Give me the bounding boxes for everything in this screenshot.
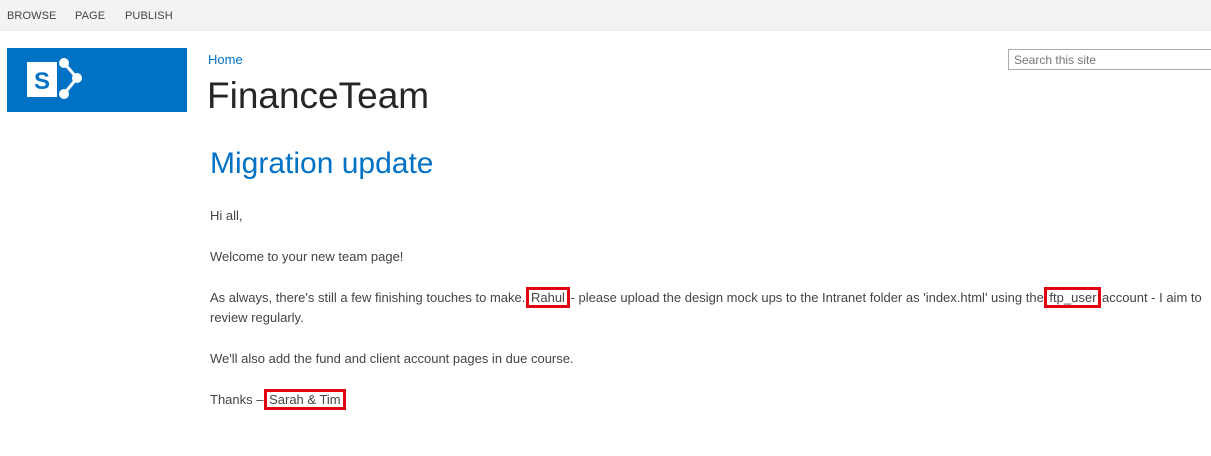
breadcrumb-home-link[interactable]: Home <box>208 52 243 67</box>
greeting-text: Hi all, <box>210 208 243 223</box>
welcome-text: Welcome to your new team page! <box>210 249 404 264</box>
fund-note-text: We'll also add the fund and client accou… <box>210 351 574 366</box>
instructions-part-2: - please upload the design mock ups to t… <box>566 290 1048 305</box>
highlighted-name-rahul: Rahul <box>525 287 570 308</box>
site-logo[interactable]: S <box>7 48 187 112</box>
tab-page[interactable]: PAGE <box>75 10 105 22</box>
instructions-part-1: As always, there's still a few finishing… <box>210 290 529 305</box>
highlighted-account-ftp-user: ftp_user <box>1044 287 1102 308</box>
tab-publish[interactable]: PUBLISH <box>125 10 173 22</box>
ribbon-bar: BROWSE PAGE PUBLISH <box>0 0 1211 31</box>
sharepoint-logo-icon: S <box>27 58 82 99</box>
tab-browse[interactable]: BROWSE <box>7 10 57 22</box>
page-title: Migration update <box>210 147 434 180</box>
page-content: Hi all, Welcome to your new team page! A… <box>210 206 1210 431</box>
signoff-line: Thanks – Sarah & Tim <box>210 389 1210 410</box>
svg-text:S: S <box>34 68 50 95</box>
highlighted-signoff: Sarah & Tim <box>264 389 346 410</box>
search-box[interactable] <box>1008 49 1211 70</box>
site-title[interactable]: FinanceTeam <box>207 74 429 118</box>
search-input[interactable] <box>1009 50 1209 69</box>
instructions-paragraph: As always, there's still a few finishing… <box>210 287 1210 328</box>
thanks-prefix: Thanks – <box>210 392 268 407</box>
